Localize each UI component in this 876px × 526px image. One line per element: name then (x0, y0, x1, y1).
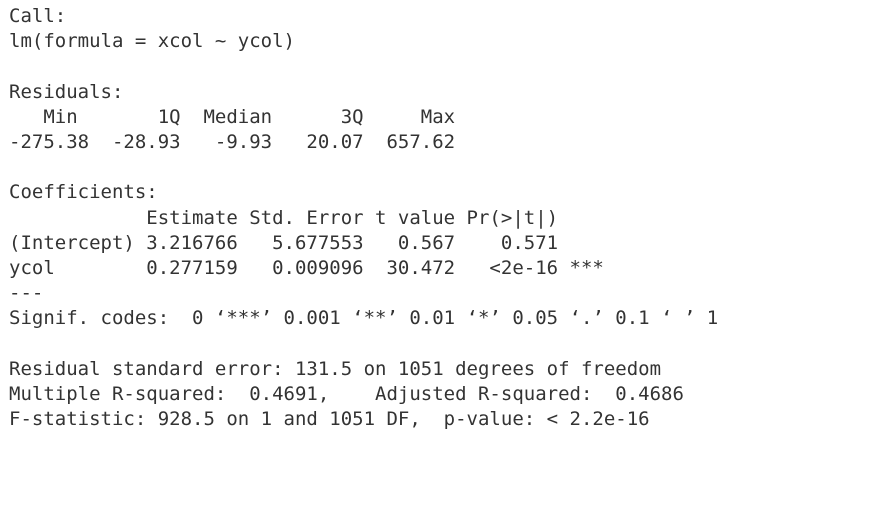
r-squared-line: Multiple R-squared: 0.4691, Adjusted R-s… (9, 382, 696, 405)
separator: --- (9, 282, 44, 305)
r-console-output: Call: lm(formula = xcol ~ ycol) Residual… (9, 4, 869, 520)
residuals-labels: Min 1Q Median 3Q Max (9, 105, 467, 128)
call-formula: lm(formula = xcol ~ ycol) (9, 30, 295, 53)
f-statistic-line: F-statistic: 928.5 on 1 and 1051 DF, p-v… (9, 408, 650, 430)
residual-standard-error: Residual standard error: 131.5 on 1051 d… (9, 357, 662, 380)
call-header: Call: (9, 5, 67, 27)
coefficient-row-ycol: ycol 0.277159 0.009096 30.472 <2e-16 *** (9, 256, 604, 279)
residuals-header: Residuals: (9, 80, 124, 103)
signif-codes: Signif. codes: 0 ‘***’ 0.001 ‘**’ 0.01 ‘… (9, 307, 719, 330)
coefficients-columns: Estimate Std. Error t value Pr(>|t|) (9, 206, 604, 229)
coefficient-row-intercept: (Intercept) 3.216766 5.677553 0.567 0.57… (9, 231, 604, 254)
residuals-values: -275.38 -28.93 -9.93 20.07 657.62 (9, 130, 467, 153)
coefficients-header: Coefficients: (9, 181, 158, 204)
